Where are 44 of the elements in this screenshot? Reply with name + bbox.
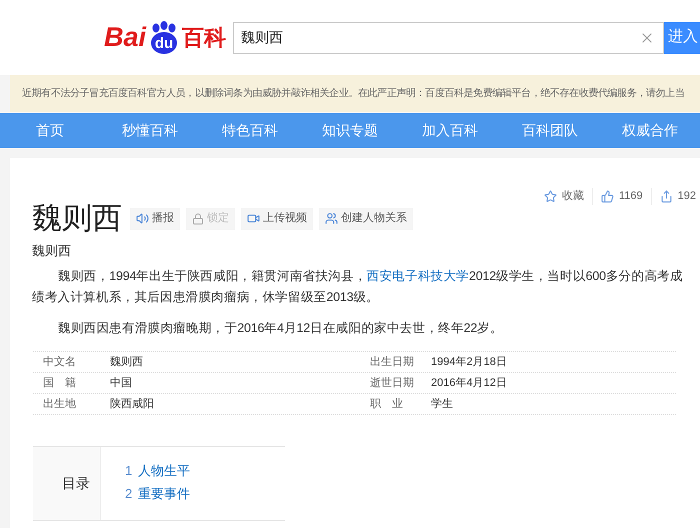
nav-link[interactable]: 秒懂百科 — [105, 120, 195, 141]
toc-link[interactable]: 1 人物生平 — [125, 461, 190, 480]
people-icon — [325, 212, 338, 225]
nav-link[interactable]: 知识专题 — [305, 120, 395, 141]
stat-label[interactable]: 192 — [678, 188, 696, 204]
baidu-baike-logo[interactable]: Bai du 百科 — [104, 20, 226, 54]
info-value: 2016年4月12日 — [431, 376, 507, 391]
nav-link[interactable]: 加入百科 — [405, 120, 495, 141]
info-label: 出生日期 — [369, 354, 415, 370]
info-label: 逝世日期 — [369, 376, 415, 391]
info-value: 1994年2月18日 — [431, 354, 507, 370]
article-subtitle: 魏则西 — [31, 242, 72, 260]
nav-link[interactable]: 百科团队 — [505, 120, 595, 141]
share-icon — [660, 190, 673, 203]
info-value: 魏则西 — [110, 354, 144, 370]
star-icon — [544, 190, 557, 203]
paragraph: 魏则西因患有滑膜肉瘤晚期，于2016年4月12日在咸阳的家中去世，终年22岁。 — [57, 320, 504, 337]
speaker-icon — [136, 212, 149, 225]
action-button[interactable]: 上传视频 — [241, 208, 313, 230]
article-title: 魏则西 — [32, 200, 122, 236]
search-field[interactable]: 魏则西 — [233, 22, 664, 54]
info-label: 国 籍 — [42, 376, 77, 391]
stat-label[interactable]: 收藏 — [562, 188, 584, 204]
info-value: 陕西咸阳 — [110, 396, 155, 412]
info-value: 中国 — [110, 376, 133, 391]
paragraph: 魏则西，1994年出生于陕西咸阳，籍贯河南省扶沟县，西安电子科技大学2012级学生，当时以600多分的高考成绩考入计算机系，其后因患滑膜肉瘤病，休学留级至2013级。 — [32, 268, 684, 306]
action-button[interactable]: 创建人物关系 — [319, 208, 413, 230]
info-value: 学生 — [431, 396, 453, 412]
enter-button[interactable]: 进入 — [664, 22, 700, 54]
video-icon — [247, 212, 260, 225]
nav-link[interactable]: 权威合作 — [605, 120, 695, 141]
info-label: 职 业 — [369, 396, 404, 412]
nav-link[interactable]: 特色百科 — [205, 120, 295, 141]
lock-icon — [192, 212, 204, 224]
stat-label[interactable]: 1169 — [618, 188, 643, 204]
nav-link[interactable]: 首页 — [5, 120, 95, 141]
thumbs-up-icon — [600, 190, 614, 203]
info-label: 中文名 — [42, 354, 77, 370]
notice-text: 近期有不法分子冒充百度百科官方人员，以删除词条为由威胁并敲诈相关企业。在此严正声明：百度百科是免费编辑平台，绝不存在收费代编服务，请勿上当 — [22, 86, 684, 101]
toc-title: 目录 — [62, 474, 90, 493]
university-link[interactable]: 西安电子科技大学 — [366, 269, 470, 283]
info-label: 出生地 — [42, 396, 77, 412]
action-button[interactable]: 播报 — [130, 208, 180, 230]
toc-link[interactable]: 2 重要事件 — [125, 484, 190, 503]
